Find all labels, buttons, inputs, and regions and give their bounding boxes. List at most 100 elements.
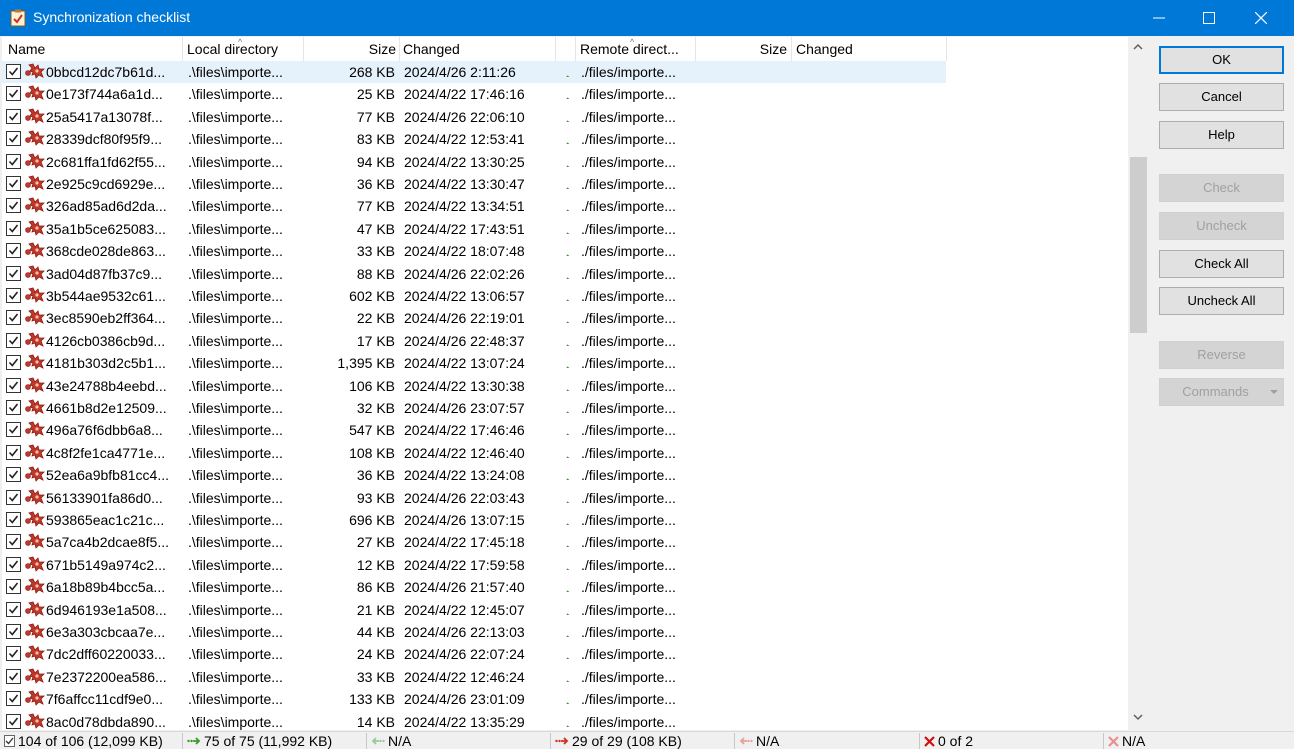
row-checkbox[interactable]	[6, 400, 21, 415]
table-row[interactable]: 43e24788b4eebd... .\files\importe... 106 K…	[2, 375, 946, 397]
row-checkbox[interactable]	[6, 332, 21, 348]
commands-button[interactable]: Commands	[1159, 378, 1284, 406]
row-checkbox[interactable]	[6, 355, 21, 371]
column-separator[interactable]	[791, 37, 792, 61]
row-checkbox[interactable]	[6, 131, 21, 147]
column-separator[interactable]	[399, 37, 400, 61]
row-checkbox[interactable]	[6, 86, 21, 102]
row-checkbox[interactable]	[6, 556, 21, 572]
row-checkbox[interactable]	[6, 377, 21, 393]
status-separator	[1103, 733, 1104, 749]
table-row[interactable]: 28339dcf80f95f9... .\files\importe... 83 K…	[2, 128, 946, 150]
row-remote-directory: ./files/importe...	[581, 467, 676, 484]
uncheck-all-button[interactable]: Uncheck All	[1159, 287, 1284, 315]
table-row[interactable]: 56133901fa86d0... .\files\importe... 93 KB…	[2, 487, 946, 509]
column-header-local-size[interactable]: Size	[304, 37, 396, 61]
row-name: 2c681ffa1fd62f55...	[46, 153, 166, 170]
row-checkbox[interactable]	[6, 489, 21, 505]
table-row[interactable]: 3b544ae9532c61... .\files\importe... 602 K…	[2, 285, 946, 307]
row-checkbox[interactable]	[6, 646, 21, 662]
row-checkbox[interactable]	[6, 601, 21, 617]
table-row[interactable]: 4661b8d2e12509... .\files\importe... 32 KB…	[2, 397, 946, 419]
table-row[interactable]: 35a1b5ce625083... .\files\importe... 47 KB…	[2, 218, 946, 240]
column-separator[interactable]	[555, 37, 556, 61]
table-row[interactable]: 25a5417a13078f... .\files\importe... 77 KB…	[2, 106, 946, 128]
checkmark-icon	[8, 381, 19, 390]
table-row[interactable]: 6e3a303cbcaa7e... .\files\importe... 44 KB…	[2, 621, 946, 643]
row-remote-directory: ./files/importe...	[581, 691, 676, 708]
scrollbar-thumb[interactable]	[1130, 157, 1147, 333]
table-row[interactable]: 5a7ca4b2dcae8f5... .\files\importe... 27 K…	[2, 531, 946, 553]
table-row[interactable]: 2e925c9cd6929e... .\files\importe... 36 KB…	[2, 173, 946, 195]
scroll-down-icon[interactable]	[1133, 714, 1143, 721]
row-checkbox[interactable]	[6, 713, 21, 729]
row-checkbox[interactable]	[6, 64, 21, 79]
table-row[interactable]: 8ac0d78dbda890... .\files\importe... 14 KB…	[2, 711, 946, 730]
table-row[interactable]: 4181b303d2c5b1... .\files\importe... 1,395…	[2, 352, 946, 374]
scroll-up-icon[interactable]	[1133, 43, 1143, 50]
cancel-button[interactable]: Cancel	[1159, 83, 1284, 111]
table-row[interactable]: 7e2372200ea586... .\files\importe... 33 KB…	[2, 666, 946, 688]
table-row[interactable]: 6a18b89b4bcc5a... .\files\importe... 86 KB…	[2, 576, 946, 598]
column-header-local-changed[interactable]: Changed	[403, 37, 553, 61]
row-checkbox[interactable]	[6, 310, 21, 326]
table-row[interactable]: 52ea6a9bfb81cc4... .\files\importe... 36 K…	[2, 464, 946, 486]
column-separator[interactable]	[575, 37, 576, 61]
column-header-name[interactable]: Name	[8, 37, 178, 61]
help-button[interactable]: Help	[1159, 121, 1284, 149]
column-header-local-directory[interactable]: Local directory	[187, 37, 301, 61]
checkmark-icon	[8, 89, 19, 99]
row-checkbox[interactable]	[6, 243, 21, 259]
row-checkbox[interactable]	[6, 108, 21, 124]
row-checkbox[interactable]	[6, 265, 21, 281]
column-separator[interactable]	[182, 37, 183, 61]
row-checkbox[interactable]	[6, 467, 21, 483]
row-checkbox[interactable]	[6, 198, 21, 214]
table-row[interactable]: 368cde028de863... .\files\importe... 33 KB…	[2, 240, 946, 262]
row-checkbox[interactable]	[6, 691, 21, 707]
row-local-changed: 2024/4/22 12:53:41	[404, 131, 525, 148]
table-row[interactable]: 3ec8590eb2ff364... .\files\importe... 22 K…	[2, 307, 946, 329]
file-icon	[23, 175, 45, 193]
status-upload-new: 75 of 75 (11,992 KB)	[187, 732, 332, 749]
table-row[interactable]: 3ad04d87fb37c9... .\files\importe... 88 KB…	[2, 263, 946, 285]
maximize-button[interactable]	[1184, 0, 1234, 36]
table-row[interactable]: 7f6affcc11cdf9e0... .\files\importe... 133…	[2, 688, 946, 710]
ok-button[interactable]: OK	[1159, 46, 1284, 74]
table-row[interactable]: 593865eac1c21c... .\files\importe... 696 K…	[2, 509, 946, 531]
table-row[interactable]: 0e173f744a6a1d... .\files\importe... 25 KB…	[2, 83, 946, 105]
column-header-remote-directory[interactable]: Remote direct...	[580, 37, 694, 61]
table-row[interactable]: 0bbcd12dc7b61d... .\files\importe... 268 K…	[2, 61, 946, 83]
checklist-list[interactable]: Name ^ Local directory Size Changed ^ Re…	[2, 37, 1148, 730]
row-checkbox[interactable]	[6, 534, 21, 550]
row-checkbox[interactable]	[6, 153, 21, 169]
row-checkbox[interactable]	[6, 422, 21, 438]
checkmark-icon	[8, 67, 19, 76]
row-checkbox[interactable]	[6, 444, 21, 460]
row-checkbox[interactable]	[6, 579, 21, 595]
table-row[interactable]: 326ad85ad6d2da... .\files\importe... 77 KB…	[2, 195, 946, 217]
column-header-remote-changed[interactable]: Changed	[796, 37, 936, 61]
close-button[interactable]	[1236, 0, 1286, 36]
row-checkbox[interactable]	[6, 288, 21, 303]
row-checkbox[interactable]	[6, 176, 21, 191]
table-row[interactable]: 496a76f6dbb6a8... .\files\importe... 547 K…	[2, 419, 946, 441]
check-button[interactable]: Check	[1159, 174, 1284, 202]
column-header-remote-size[interactable]: Size	[696, 37, 787, 61]
table-row[interactable]: 4c8f2fe1ca4771e... .\files\importe... 108 …	[2, 442, 946, 464]
row-checkbox[interactable]	[6, 220, 21, 236]
minimize-button[interactable]	[1134, 0, 1184, 36]
row-checkbox[interactable]	[6, 512, 21, 527]
check-all-button[interactable]: Check All	[1159, 250, 1284, 278]
column-separator[interactable]	[946, 37, 947, 61]
row-checkbox[interactable]	[6, 624, 21, 639]
table-row[interactable]: 4126cb0386cb9d... .\files\importe... 17 KB…	[2, 330, 946, 352]
uncheck-button[interactable]: Uncheck	[1159, 212, 1284, 240]
table-row[interactable]: 671b5149a974c2... .\files\importe... 12 KB…	[2, 554, 946, 576]
table-row[interactable]: 2c681ffa1fd62f55... .\files\importe... 94 …	[2, 151, 946, 173]
table-row[interactable]: 7dc2dff60220033... .\files\importe... 24 K…	[2, 643, 946, 665]
table-row[interactable]: 6d946193e1a508... .\files\importe... 21 KB…	[2, 599, 946, 621]
reverse-button[interactable]: Reverse	[1159, 341, 1284, 369]
row-checkbox[interactable]	[6, 668, 21, 684]
vertical-scrollbar[interactable]	[1128, 37, 1148, 730]
